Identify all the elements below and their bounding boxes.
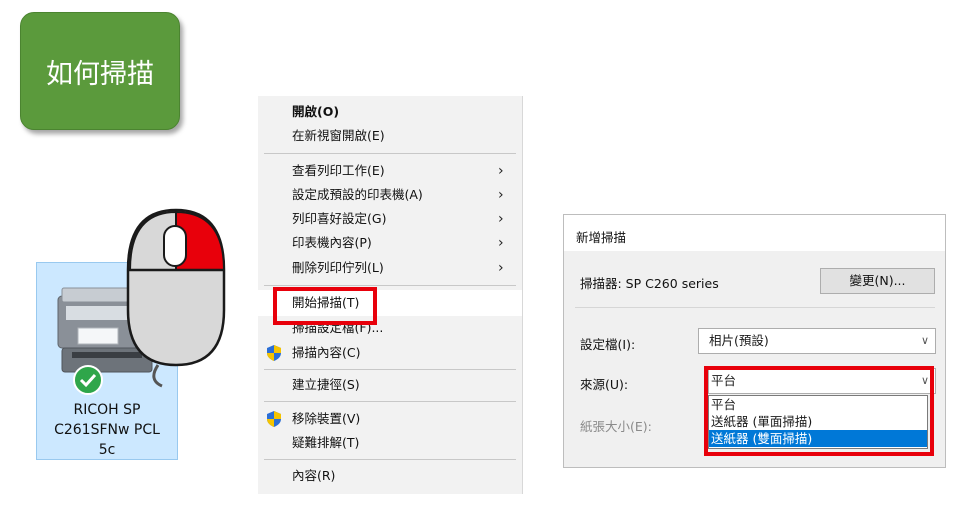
menu-item-see-print-jobs-label: 查看列印工作(E) xyxy=(292,163,385,178)
scanner-label: 掃描器: SP C260 series xyxy=(580,276,719,291)
profile-label: 設定檔(I): xyxy=(580,337,636,352)
menu-item-remove-queue[interactable]: 刪除列印佇列(L) › xyxy=(258,256,522,280)
title-badge-text: 如何掃描 xyxy=(46,58,154,90)
menu-item-troubleshoot-label: 疑難排解(T) xyxy=(292,435,360,450)
menu-item-scan-properties-label: 掃描內容(C) xyxy=(292,345,361,360)
shield-icon xyxy=(267,345,281,361)
checkmark-icon xyxy=(73,365,103,395)
chevron-right-icon: › xyxy=(498,211,504,227)
menu-item-printer-properties[interactable]: 印表機內容(P) › xyxy=(258,231,522,255)
profile-select[interactable]: 相片(預設) ∨ xyxy=(698,328,936,354)
paper-size-label: 紙張大小(E): xyxy=(580,419,652,434)
menu-item-remove-device-label: 移除裝置(V) xyxy=(292,411,361,426)
dialog-title: 新增掃描 xyxy=(576,230,627,245)
chevron-down-icon: ∨ xyxy=(920,334,929,347)
menu-item-properties[interactable]: 內容(R) xyxy=(258,464,522,488)
printer-label-line3: 5c xyxy=(98,442,116,458)
printer-label: RICOH SP C261SFNw PCL 5c xyxy=(36,400,178,460)
menu-item-print-preferences[interactable]: 列印喜好設定(G) › xyxy=(258,207,522,231)
menu-item-set-default-label: 設定成預設的印表機(A) xyxy=(292,187,423,202)
printer-label-line2: C261SFNw PCL xyxy=(54,422,160,438)
menu-item-remove-queue-label: 刪除列印佇列(L) xyxy=(292,260,384,275)
menu-separator xyxy=(264,401,516,402)
chevron-right-icon: › xyxy=(498,235,504,251)
change-scanner-button[interactable]: 變更(N)... xyxy=(820,268,935,294)
dialog-divider xyxy=(575,307,935,308)
menu-item-open[interactable]: 開啟(O) xyxy=(258,100,522,124)
title-badge: 如何掃描 xyxy=(20,12,180,130)
menu-separator xyxy=(264,285,516,286)
menu-item-open-label: 開啟(O) xyxy=(292,104,340,119)
menu-item-create-shortcut[interactable]: 建立捷徑(S) xyxy=(258,373,522,397)
shield-icon xyxy=(267,411,281,427)
menu-item-open-new-window-label: 在新視窗開啟(E) xyxy=(292,128,385,143)
menu-separator xyxy=(264,369,516,370)
chevron-right-icon: › xyxy=(498,260,504,276)
menu-item-remove-device[interactable]: 移除裝置(V) xyxy=(258,407,522,431)
menu-item-print-preferences-label: 列印喜好設定(G) xyxy=(292,211,387,226)
menu-item-set-default[interactable]: 設定成預設的印表機(A) › xyxy=(258,183,522,207)
menu-separator xyxy=(264,459,516,460)
mouse-right-click-icon xyxy=(126,208,226,388)
menu-item-printer-properties-label: 印表機內容(P) xyxy=(292,235,372,250)
profile-select-value: 相片(預設) xyxy=(709,333,769,348)
start-scan-callout xyxy=(273,287,377,325)
menu-item-see-print-jobs[interactable]: 查看列印工作(E) › xyxy=(258,159,522,183)
menu-item-create-shortcut-label: 建立捷徑(S) xyxy=(292,377,360,392)
source-label: 來源(U): xyxy=(580,377,629,392)
chevron-right-icon: › xyxy=(498,163,504,179)
printer-label-line1: RICOH SP xyxy=(73,402,141,418)
source-callout xyxy=(704,366,934,456)
menu-separator xyxy=(264,153,516,154)
menu-item-properties-label: 內容(R) xyxy=(292,468,336,483)
menu-item-open-new-window[interactable]: 在新視窗開啟(E) xyxy=(258,124,522,148)
chevron-right-icon: › xyxy=(498,187,504,203)
menu-item-scan-properties[interactable]: 掃描內容(C) xyxy=(258,341,522,365)
menu-item-troubleshoot[interactable]: 疑難排解(T) xyxy=(258,431,522,455)
